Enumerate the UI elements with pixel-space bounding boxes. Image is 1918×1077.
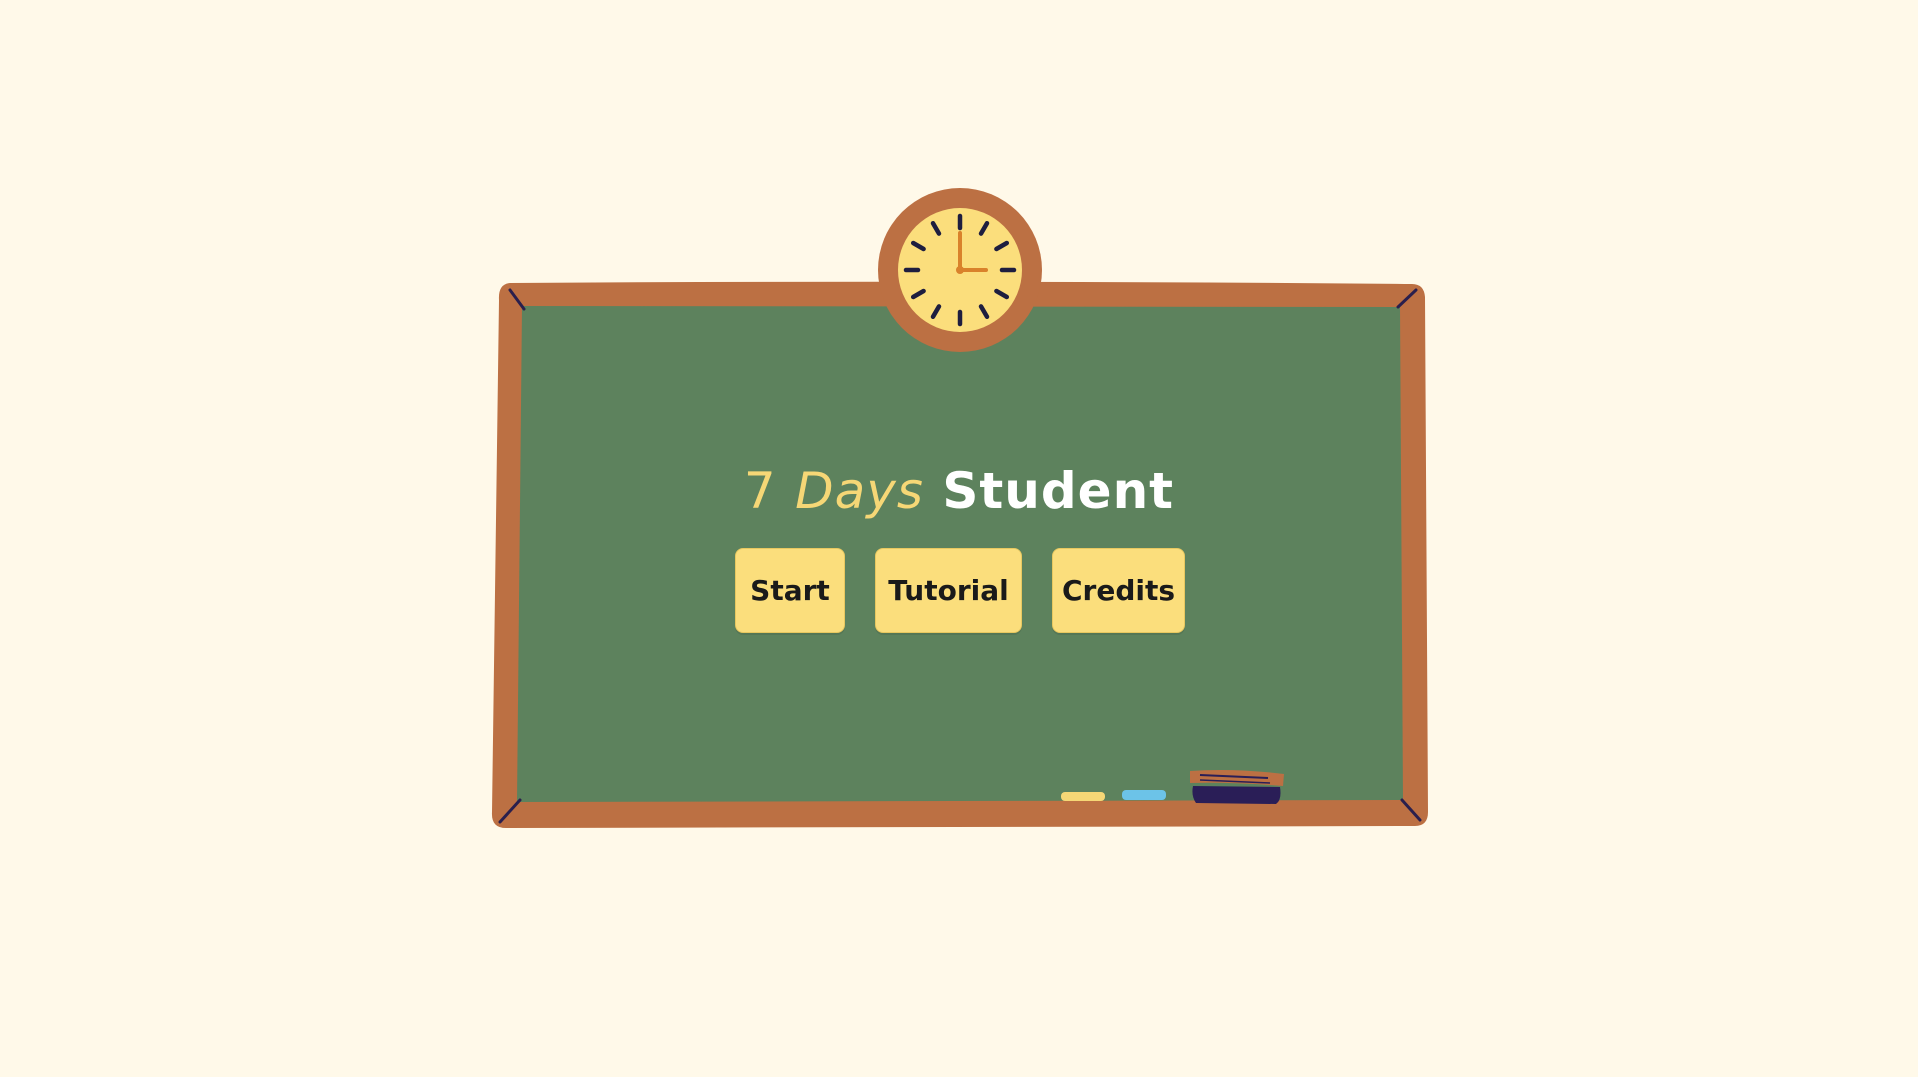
tutorial-button[interactable]: Tutorial (875, 548, 1022, 633)
start-button[interactable]: Start (735, 548, 845, 633)
title-days: Days (795, 462, 924, 520)
blue-chalk (1122, 790, 1166, 800)
game-title: 7 Days Student (0, 462, 1918, 520)
wall-clock-icon (878, 188, 1042, 352)
title-number: 7 (743, 462, 777, 520)
chalkboard-illustration (491, 188, 1428, 828)
main-menu-scene: 7 Days Student Start Tutorial Credits (0, 0, 1918, 1077)
credits-button[interactable]: Credits (1052, 548, 1185, 633)
title-student: Student (942, 462, 1175, 520)
eraser-icon (1190, 770, 1284, 804)
yellow-chalk (1061, 792, 1105, 801)
